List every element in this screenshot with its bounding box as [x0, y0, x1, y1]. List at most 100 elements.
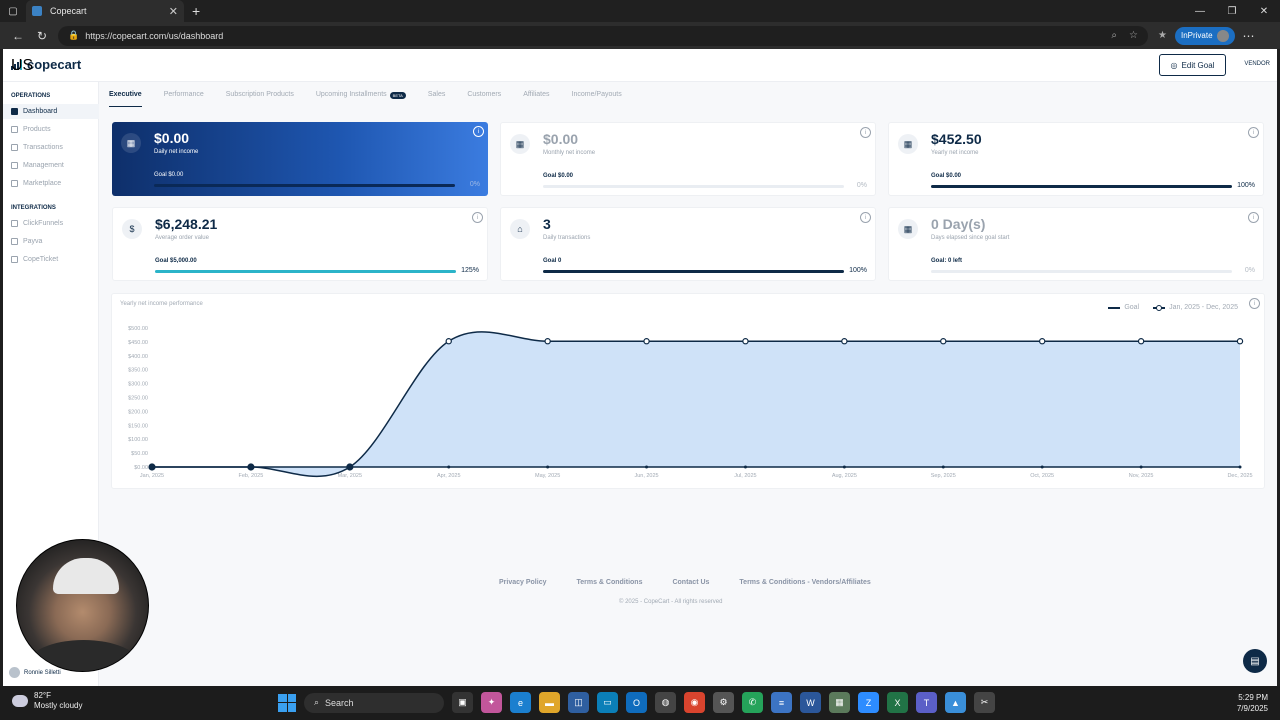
legend-label: Goal: [1124, 304, 1140, 311]
income-point: [940, 338, 947, 345]
zoom-icon[interactable]: ⌕: [1111, 30, 1117, 41]
file-explorer-icon[interactable]: ▬: [539, 692, 560, 713]
weather-temp: 82°F: [34, 691, 51, 700]
income-point: [1038, 338, 1046, 345]
kpi-goal: Goal $0.00: [931, 173, 962, 179]
url-bar[interactable]: 🔒 https://copecart.com/us/dashboard ⌕ ☆: [58, 25, 1148, 46]
url-text: https://copecart.com/us/dashboard: [85, 30, 224, 41]
taskbar-search[interactable]: ⌕ Search: [304, 692, 444, 713]
notepad-icon[interactable]: ≡: [771, 692, 792, 713]
x-tick-label: Apr, 2025: [437, 473, 461, 479]
grid-icon: [11, 108, 18, 115]
calendar-days-icon: ▦: [898, 219, 918, 239]
info-icon[interactable]: i: [1248, 212, 1259, 223]
info-icon[interactable]: i: [473, 126, 484, 137]
restore-icon[interactable]: ❐: [1216, 6, 1248, 17]
dell-icon[interactable]: ▭: [597, 692, 618, 713]
sidebar-item-copeticket[interactable]: CopeTicket: [3, 252, 99, 267]
calendar-month-icon: ▦: [510, 134, 530, 154]
edge-icon[interactable]: e: [510, 692, 531, 713]
sidebar-item-label: CopeTicket: [23, 256, 59, 263]
refresh-icon[interactable]: ↻: [30, 29, 54, 43]
window-menu-icon[interactable]: ▢: [0, 0, 26, 22]
outlook-icon[interactable]: O: [626, 692, 647, 713]
sidebar-item-products[interactable]: Products: [3, 122, 99, 137]
info-icon[interactable]: i: [860, 127, 871, 138]
sidebar-item-dashboard[interactable]: Dashboard: [3, 104, 99, 119]
x-tick-label: Jul, 2025: [734, 473, 756, 479]
contact-us-link[interactable]: Contact Us: [672, 579, 709, 586]
kpi-label: Daily transactions: [543, 235, 591, 241]
tab-performance[interactable]: Performance: [164, 91, 204, 107]
copilot-icon[interactable]: ✦: [481, 692, 502, 713]
terms-link[interactable]: Terms & Conditions: [576, 579, 642, 586]
tab-subscription-products[interactable]: Subscription Products: [226, 91, 294, 107]
whatsapp-icon[interactable]: ✆: [742, 692, 763, 713]
inprivate-label: InPrivate: [1180, 31, 1213, 40]
calendar-year-icon: ▦: [898, 134, 918, 154]
legend-goal[interactable]: Goal: [1108, 304, 1139, 311]
chat-support-icon[interactable]: ▤: [1243, 649, 1267, 673]
tab-income-payouts[interactable]: Income/Payouts: [572, 91, 622, 107]
browser-tab[interactable]: Copecart ✕: [26, 0, 184, 22]
tab-label: Affiliates: [523, 91, 550, 98]
zoom-icon[interactable]: Z: [858, 692, 879, 713]
minimize-icon[interactable]: —: [1184, 6, 1216, 17]
windows-start-icon[interactable]: [278, 693, 296, 712]
sidebar-item-clickfunnels[interactable]: ClickFunnels: [3, 216, 99, 231]
app-icon[interactable]: ◍: [655, 692, 676, 713]
chrome-icon[interactable]: ◉: [684, 692, 705, 713]
kpi-card-daily-transactions: ⌂ 3 Daily transactions i Goal 0 100%: [500, 207, 876, 281]
info-icon[interactable]: i: [1248, 127, 1259, 138]
sidebar-item-management[interactable]: Management: [3, 158, 99, 173]
more-menu-icon[interactable]: ⋯: [1243, 29, 1255, 43]
edit-goal-button[interactable]: ◎ Edit Goal: [1159, 54, 1226, 76]
excel-icon[interactable]: X: [887, 692, 908, 713]
gear-icon: [11, 162, 18, 169]
new-tab-icon[interactable]: +: [192, 3, 200, 19]
snipping-tool-icon[interactable]: ✂: [974, 692, 995, 713]
back-icon[interactable]: ←: [6, 29, 30, 43]
vendor-terms-link[interactable]: Terms & Conditions - Vendors/Affiliates: [739, 579, 870, 586]
favorite-star-icon[interactable]: ☆: [1129, 30, 1138, 41]
integrations-heading: INTEGRATIONS: [11, 205, 56, 211]
calculator-icon[interactable]: ▦: [829, 692, 850, 713]
close-window-icon[interactable]: ✕: [1248, 6, 1280, 17]
lock-icon: 🔒: [68, 30, 80, 40]
privacy-policy-link[interactable]: Privacy Policy: [499, 579, 546, 586]
webcam-person-cap: [53, 558, 119, 594]
info-icon[interactable]: i: [1249, 298, 1260, 309]
tab-sales[interactable]: Sales: [428, 91, 446, 107]
info-icon[interactable]: i: [860, 212, 871, 223]
word-icon[interactable]: W: [800, 692, 821, 713]
vendor-role-label[interactable]: VENDOR: [1244, 61, 1270, 67]
income-point: [247, 463, 255, 471]
close-tab-icon[interactable]: ✕: [169, 5, 178, 18]
progress-bar: [543, 270, 844, 273]
kpi-goal: Goal $0.00: [154, 172, 184, 178]
tab-executive[interactable]: Executive: [109, 91, 142, 107]
sidebar-item-marketplace[interactable]: Marketplace: [3, 176, 99, 191]
tab-customers[interactable]: Customers: [467, 91, 501, 107]
income-point: [1137, 338, 1145, 345]
settings-gear-icon[interactable]: ⚙: [713, 692, 734, 713]
teams-icon[interactable]: T: [916, 692, 937, 713]
photos-icon[interactable]: ▲: [945, 692, 966, 713]
system-clock[interactable]: 5:29 PM 7/9/2025: [1237, 692, 1268, 714]
task-view-icon[interactable]: ▣: [452, 692, 473, 713]
webcam-person-shirt: [27, 640, 140, 671]
legend-period[interactable]: Jan, 2025 - Dec, 2025: [1153, 304, 1238, 311]
info-icon[interactable]: i: [472, 212, 483, 223]
inprivate-badge[interactable]: InPrivate: [1174, 26, 1235, 45]
sidebar-item-transactions[interactable]: Transactions: [3, 140, 99, 155]
tab-affiliates[interactable]: Affiliates: [523, 91, 549, 107]
sidebar-item-label: Dashboard: [23, 108, 58, 115]
tab-upcoming-installments[interactable]: Upcoming Installments BETA: [316, 91, 406, 107]
store-icon[interactable]: ◫: [568, 692, 589, 713]
weather-widget[interactable]: 82°F Mostly cloudy: [12, 691, 82, 711]
favorites-icon[interactable]: ★: [1158, 30, 1167, 41]
goal-point: [842, 465, 846, 469]
footer-links: Privacy Policy Terms & Conditions Contac…: [499, 579, 871, 586]
sidebar-item-payva[interactable]: Payva: [3, 234, 99, 249]
kpi-label: Yearly net income: [931, 150, 979, 156]
